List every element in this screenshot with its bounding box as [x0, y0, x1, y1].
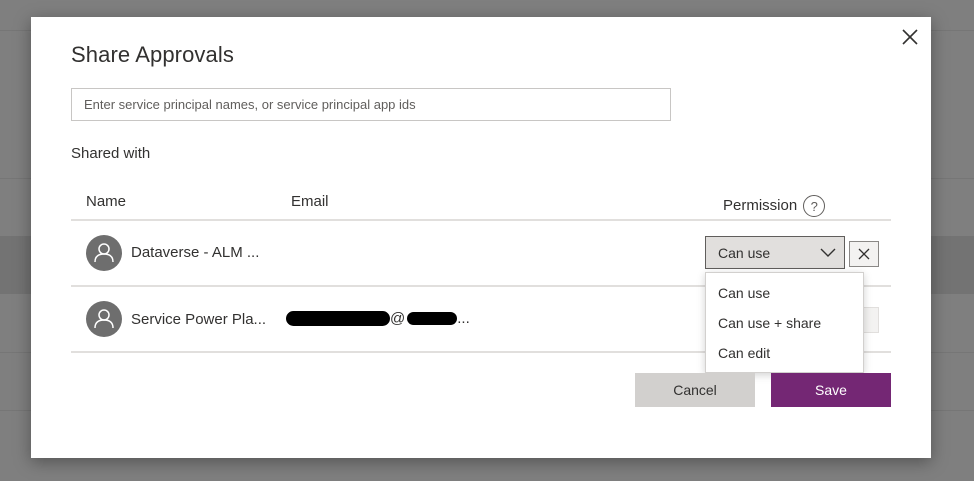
column-header-name: Name: [86, 193, 127, 210]
save-button[interactable]: Save: [771, 373, 891, 407]
permission-value: Can use: [718, 244, 771, 261]
chevron-down-icon: [820, 248, 836, 257]
help-icon[interactable]: ?: [803, 195, 826, 217]
email-ellipsis: ...: [457, 310, 470, 327]
remove-button[interactable]: [849, 241, 879, 267]
person-icon: [94, 309, 114, 329]
row-name: Dataverse - ALM ...: [131, 244, 260, 261]
avatar: [86, 301, 122, 337]
column-header-permission: Permission ?: [723, 193, 826, 217]
menu-item-can-use-share[interactable]: Can use + share: [706, 308, 863, 338]
search-input[interactable]: [71, 88, 671, 121]
column-header-email: Email: [291, 193, 329, 210]
email-at: @: [390, 310, 406, 327]
menu-item-can-edit[interactable]: Can edit: [706, 338, 863, 368]
permission-menu: Can use Can use + share Can edit: [705, 272, 864, 373]
row-name: Service Power Pla...: [131, 311, 267, 328]
row-email: @ ...: [286, 310, 470, 327]
shared-with-label: Shared with: [71, 145, 151, 162]
close-icon: [902, 29, 918, 45]
cancel-button[interactable]: Cancel: [635, 373, 755, 407]
avatar: [86, 235, 122, 271]
permission-dropdown[interactable]: Can use: [705, 236, 845, 269]
share-dialog: Share Approvals Shared with Name Email P…: [31, 17, 931, 458]
menu-item-can-use[interactable]: Can use: [706, 278, 863, 308]
close-button[interactable]: [899, 26, 921, 48]
redacted-block: [407, 312, 458, 325]
redacted-block: [286, 311, 390, 326]
dialog-title: Share Approvals: [71, 42, 234, 67]
remove-icon: [858, 248, 870, 260]
person-icon: [94, 243, 114, 263]
permission-header-label: Permission: [723, 196, 798, 214]
